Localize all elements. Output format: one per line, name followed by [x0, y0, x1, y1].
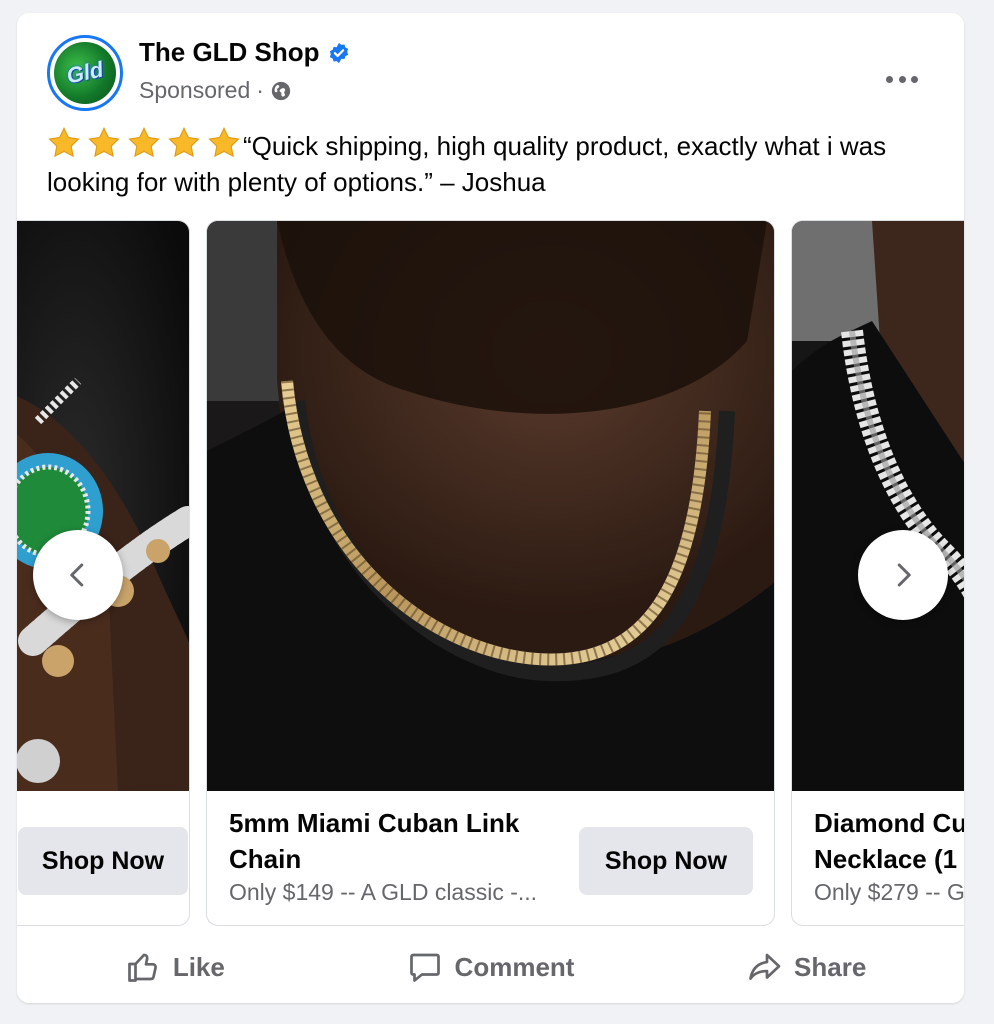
sponsored-label[interactable]: Sponsored: [139, 77, 250, 104]
carousel-card-current[interactable]: 5mm Miami Cuban Link Chain Only $149 -- …: [206, 220, 775, 926]
more-dot: [898, 75, 906, 83]
product-description: Only $279 -- G: [814, 879, 964, 905]
product-title-line: Necklace (1: [814, 844, 958, 874]
avatar-logo: Gld: [48, 36, 122, 110]
product-carousel[interactable]: Shop Now 5mm Miami Cuban Link Chain Only…: [17, 220, 964, 926]
card-footer: Diamond Cu Necklace (1 Only $279 -- G: [792, 791, 964, 925]
carousel-next-button[interactable]: [858, 530, 948, 620]
product-image[interactable]: [207, 221, 774, 791]
comment-label: Comment: [454, 951, 575, 982]
shop-now-button[interactable]: Shop Now: [579, 827, 753, 895]
chevron-left-icon: [70, 563, 84, 587]
pendant-bracelet-photo: [17, 221, 189, 791]
verified-badge-icon: [329, 42, 348, 63]
more-dot: [886, 75, 893, 83]
more-options-button[interactable]: [882, 69, 922, 89]
globe-icon[interactable]: [270, 80, 292, 102]
thumbs-up-icon: [127, 953, 157, 982]
card-footer: 5mm Miami Cuban Link Chain Only $149 -- …: [207, 791, 774, 925]
product-title-line: Diamond Cu: [814, 808, 964, 838]
cuban-chain-photo: [207, 221, 774, 791]
sponsored-post: Gld The GLD Shop Sponsored · “Quick ship…: [17, 13, 964, 1003]
post-meta: Sponsored ·: [139, 77, 292, 104]
like-label: Like: [172, 951, 225, 982]
comment-button[interactable]: Comment: [333, 937, 649, 997]
page-name[interactable]: The GLD Shop: [139, 37, 320, 68]
product-title[interactable]: 5mm Miami Cuban Link Chain: [229, 805, 569, 877]
share-icon: [749, 953, 781, 980]
more-dot: [911, 75, 918, 83]
product-description: Only $149 -- A GLD classic -...: [229, 879, 538, 905]
like-button[interactable]: Like: [17, 937, 333, 997]
share-label: Share: [794, 951, 867, 982]
star-icon: [88, 127, 120, 158]
meta-separator: ·: [256, 77, 264, 103]
shop-now-button[interactable]: Shop Now: [18, 827, 188, 895]
star-icon: [48, 127, 80, 158]
product-title[interactable]: Diamond Cu Necklace (1: [814, 805, 964, 877]
star-icon: [168, 127, 200, 158]
post-header: Gld The GLD Shop Sponsored ·: [47, 35, 964, 115]
card-footer: Shop Now: [17, 791, 189, 925]
chevron-right-icon: [897, 563, 911, 587]
share-button[interactable]: Share: [648, 937, 964, 997]
post-caption: “Quick shipping, high quality product, e…: [47, 127, 917, 200]
star-icon: [128, 127, 160, 158]
diamond-necklace-photo: [792, 221, 964, 791]
comment-icon: [409, 953, 440, 982]
product-image[interactable]: [17, 221, 189, 791]
page-name-row: The GLD Shop: [139, 37, 350, 68]
carousel-prev-button[interactable]: [33, 530, 123, 620]
product-image[interactable]: [792, 221, 964, 791]
post-actions: Like Comment Share: [17, 937, 964, 997]
page-avatar[interactable]: Gld: [47, 35, 123, 111]
star-rating: [47, 127, 241, 159]
star-icon: [208, 127, 240, 158]
